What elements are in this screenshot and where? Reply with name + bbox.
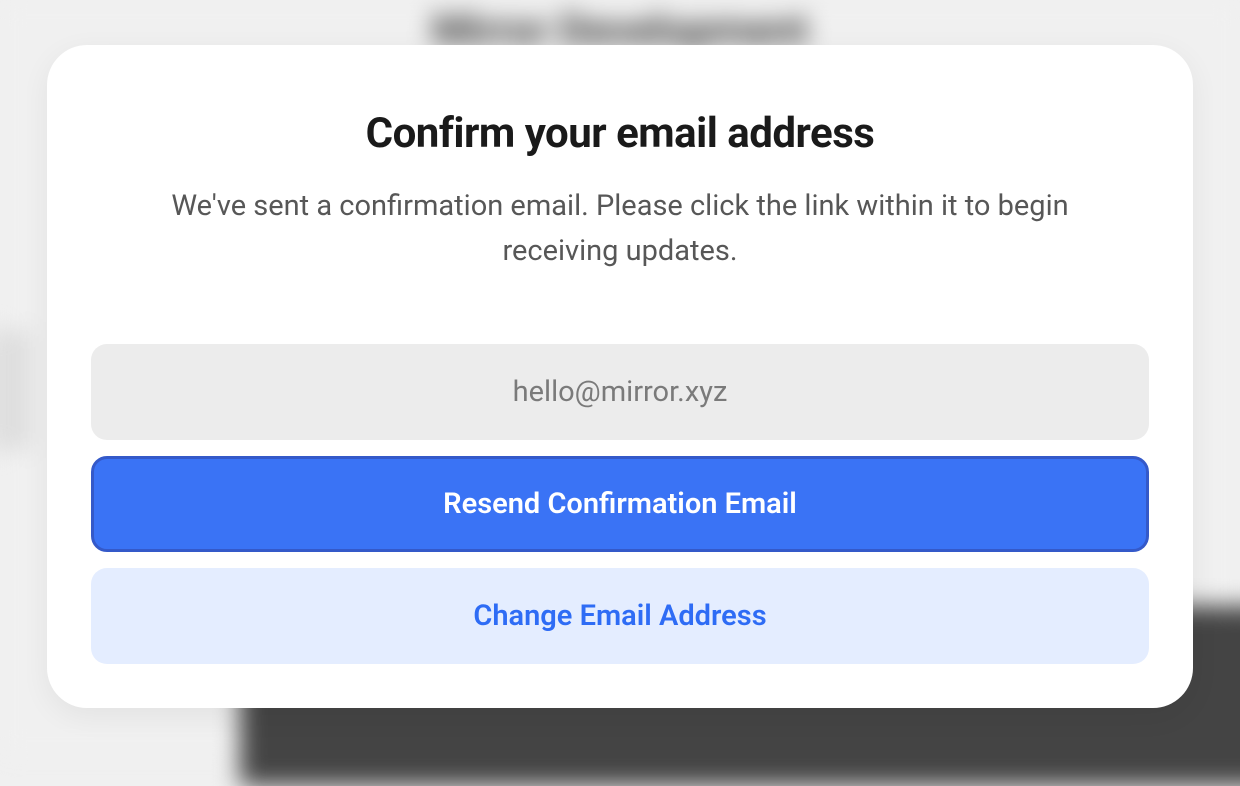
email-input[interactable]: [91, 344, 1149, 440]
resend-confirmation-button[interactable]: Resend Confirmation Email: [91, 456, 1149, 552]
modal-subtitle: We've sent a confirmation email. Please …: [91, 184, 1149, 274]
change-email-button[interactable]: Change Email Address: [91, 568, 1149, 664]
backdrop-shape: [0, 330, 30, 450]
confirm-email-modal: Confirm your email address We've sent a …: [47, 45, 1193, 708]
modal-title: Confirm your email address: [91, 109, 1149, 158]
